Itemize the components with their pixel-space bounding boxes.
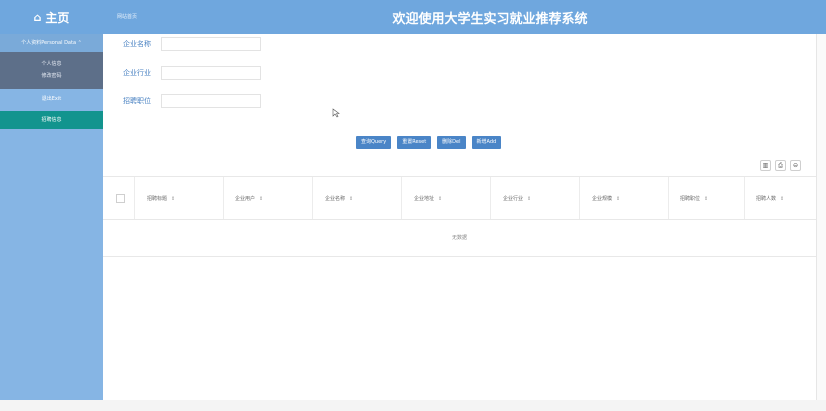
home-icon: ⌂ xyxy=(33,10,42,24)
column-divider xyxy=(223,177,224,219)
column-header-company-industry[interactable]: 企业行业 ⇕ xyxy=(503,195,531,202)
column-divider xyxy=(744,177,745,219)
sidebar-item-logout[interactable]: 退出Exit xyxy=(0,90,103,108)
data-table: 招聘标题 ⇕ 企业用户 ⇕ 企业名称 ⇕ 企业地址 ⇕ 企业行业 ⇕ 企业规模 ⇕ 招聘职位… xyxy=(103,176,816,257)
company-name-label: 企业名称 xyxy=(123,40,151,48)
query-button[interactable]: 查询Query xyxy=(356,136,392,149)
table-toolbar: ▥ ⎙ ⊖ xyxy=(760,160,801,171)
company-industry-label: 企业行业 xyxy=(123,69,151,77)
add-button[interactable]: 新增Add xyxy=(471,136,502,149)
scrollbar-track[interactable] xyxy=(816,34,826,400)
column-divider xyxy=(490,177,491,219)
home-link[interactable]: ⌂ 主页 xyxy=(0,0,103,34)
company-industry-row: 企业行业 xyxy=(123,65,261,81)
sidebar-item-change-password[interactable]: 修改密码 xyxy=(0,70,103,82)
page-title: 欢迎使用大学生实习就业推荐系统 xyxy=(392,12,588,27)
home-label: 主页 xyxy=(45,10,70,25)
company-industry-input[interactable] xyxy=(161,66,261,80)
column-header-job-title[interactable]: 招聘标题 ⇕ xyxy=(147,195,175,202)
sidebar-item-personal-info[interactable]: 个人信息 xyxy=(0,58,103,70)
empty-state-text: 无数据 xyxy=(103,220,816,257)
print-icon[interactable]: ⎙ xyxy=(775,160,786,171)
sidebar-item-job-posts[interactable]: 招聘信息 xyxy=(0,111,103,129)
column-divider xyxy=(401,177,402,219)
delete-button[interactable]: 删除Del xyxy=(437,136,466,149)
sidebar-group-personal-data[interactable]: 个人资料Personal Data ⌃ xyxy=(0,34,103,52)
column-header-company-size[interactable]: 企业规模 ⇕ xyxy=(592,195,620,202)
select-all-checkbox[interactable] xyxy=(116,194,125,203)
job-position-label: 招聘职位 xyxy=(123,97,151,105)
company-name-row: 企业名称 xyxy=(123,36,261,52)
column-header-company-user[interactable]: 企业用户 ⇕ xyxy=(235,195,263,202)
job-position-row: 招聘职位 xyxy=(123,93,261,109)
columns-icon[interactable]: ▥ xyxy=(760,160,771,171)
mouse-cursor-icon xyxy=(332,108,340,118)
export-icon[interactable]: ⊖ xyxy=(790,160,801,171)
action-buttons: 查询Query 重置Reset 删除Del 新增Add xyxy=(356,136,502,149)
job-position-input[interactable] xyxy=(161,94,261,108)
column-header-headcount[interactable]: 招聘人数 ⇕ xyxy=(756,195,784,202)
company-name-input[interactable] xyxy=(161,37,261,51)
column-header-company-name[interactable]: 企业名称 ⇕ xyxy=(325,195,353,202)
column-divider xyxy=(668,177,669,219)
top-bar: ⌂ 主页 网站首页 欢迎使用大学生实习就业推荐系统 xyxy=(0,0,826,34)
column-header-job-position[interactable]: 招聘职位 ⇕ xyxy=(680,195,708,202)
column-divider xyxy=(579,177,580,219)
column-divider xyxy=(312,177,313,219)
column-header-company-address[interactable]: 企业地址 ⇕ xyxy=(414,195,442,202)
sidebar-submenu: 个人信息 修改密码 xyxy=(0,52,103,89)
bottom-strip xyxy=(0,400,826,411)
reset-button[interactable]: 重置Reset xyxy=(397,136,432,149)
table-header: 招聘标题 ⇕ 企业用户 ⇕ 企业名称 ⇕ 企业地址 ⇕ 企业行业 ⇕ 企业规模 ⇕ 招聘职位… xyxy=(103,176,816,220)
breadcrumb[interactable]: 网站首页 xyxy=(117,13,137,20)
column-divider xyxy=(134,177,135,219)
sidebar: 个人资料Personal Data ⌃ 个人信息 修改密码 退出Exit 招聘信… xyxy=(0,34,103,400)
